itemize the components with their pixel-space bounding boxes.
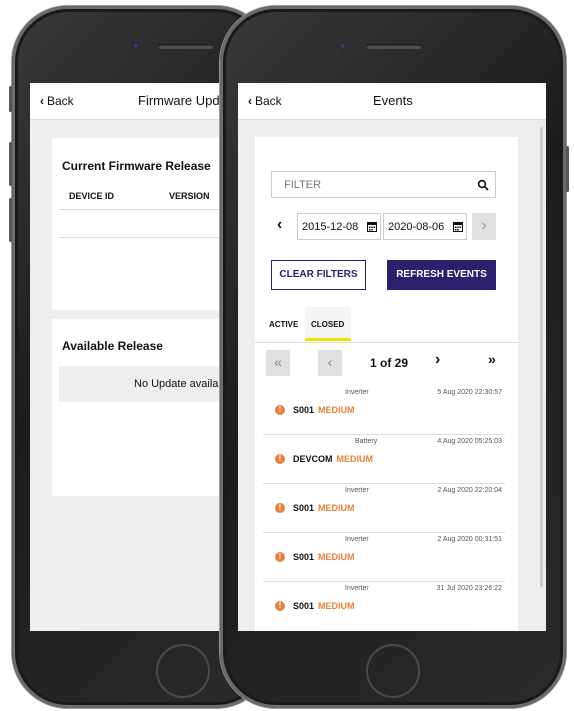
event-id: S001	[293, 552, 315, 562]
list-item[interactable]: Inverter 5 Aug 2020 22:30:57 ! S001 MEDIU…	[263, 385, 505, 435]
event-type: Inverter	[345, 585, 369, 592]
filter-field[interactable]	[271, 171, 496, 198]
scrollbar[interactable]	[540, 127, 543, 587]
column-device-id: DEVICE ID	[69, 191, 115, 201]
tab-closed-label: CLOSED	[311, 320, 345, 329]
list-item[interactable]: Inverter 31 Jul 2020 23:26:22 ! S001 MEDI…	[263, 581, 505, 630]
event-severity: MEDIUM	[318, 601, 355, 611]
alert-icon: !	[275, 454, 285, 464]
first-page-button[interactable]: «	[266, 350, 290, 376]
date-prev-button[interactable]: ‹	[277, 216, 282, 234]
chevron-left-icon: ‹	[40, 94, 44, 108]
event-severity: MEDIUM	[336, 454, 374, 464]
event-time: 31 Jul 2020 23:26:22	[436, 585, 502, 592]
refresh-events-button[interactable]: REFRESH EVENTS	[387, 260, 496, 290]
back-button[interactable]: ‹ Back	[248, 94, 282, 108]
alert-icon: !	[275, 405, 285, 415]
back-label: Back	[47, 94, 74, 108]
event-device-id: S001 MEDIUM	[293, 405, 355, 415]
current-release-heading: Current Firmware Release	[62, 159, 211, 173]
last-page-button[interactable]: »	[488, 351, 496, 367]
event-time: 4 Aug 2020 05:25:03	[437, 438, 502, 445]
event-id: S001	[293, 405, 315, 415]
event-device-id: DEVCOM MEDIUM	[293, 454, 373, 464]
event-type: Inverter	[345, 487, 369, 494]
camera	[339, 42, 346, 49]
event-id: S001	[293, 503, 315, 513]
back-label: Back	[255, 94, 282, 108]
navbar: ‹ Back Events	[238, 83, 546, 120]
tab-closed[interactable]: CLOSED	[305, 307, 351, 341]
page-title: Firmware Upda	[138, 93, 227, 108]
column-version: VERSION	[169, 191, 210, 201]
calendar-icon[interactable]	[367, 221, 377, 235]
clear-filters-button[interactable]: CLEAR FILTERS	[271, 260, 366, 290]
list-item[interactable]: Battery 4 Aug 2020 05:25:03 ! DEVCOM MEDI…	[263, 434, 505, 484]
event-device-id: S001 MEDIUM	[293, 503, 355, 513]
list-item[interactable]: Inverter 2 Aug 2020 22:20:04 ! S001 MEDIU…	[263, 483, 505, 533]
camera	[132, 42, 139, 49]
alert-icon: !	[275, 552, 285, 562]
event-device-id: S001 MEDIUM	[293, 552, 355, 562]
filter-input[interactable]	[282, 178, 456, 192]
event-time: 5 Aug 2020 22:30:57	[437, 389, 502, 396]
next-page-button[interactable]: ›	[435, 351, 440, 369]
list-item[interactable]: Inverter 2 Aug 2020 00:31:51 ! S001 MEDIU…	[263, 532, 505, 582]
event-type: Battery	[355, 438, 378, 445]
event-id: S001	[293, 601, 315, 611]
event-time: 2 Aug 2020 00:31:51	[437, 536, 502, 543]
page-title: Events	[373, 93, 413, 108]
event-severity: MEDIUM	[318, 405, 355, 415]
tab-active[interactable]: ACTIVE	[269, 320, 298, 329]
home-button[interactable]	[156, 644, 210, 698]
divider	[255, 342, 518, 343]
date-to-field[interactable]: 2020-08-06	[383, 213, 467, 240]
date-to-value: 2020-08-06	[388, 221, 445, 233]
speaker	[158, 44, 214, 49]
speaker	[366, 44, 422, 49]
calendar-icon[interactable]	[453, 221, 463, 235]
event-severity: MEDIUM	[318, 503, 355, 513]
event-severity: MEDIUM	[318, 552, 355, 562]
alert-icon: !	[275, 601, 285, 611]
back-button[interactable]: ‹ Back	[40, 94, 74, 108]
event-id: DEVCOM	[293, 454, 333, 464]
phone-right: ‹Back Events ‹ 2015-12-08 2020-08-06	[220, 6, 569, 708]
event-time: 2 Aug 2020 22:20:04	[437, 487, 502, 494]
date-from-value: 2015-12-08	[302, 221, 359, 233]
screen-events: ‹Back Events ‹ 2015-12-08 2020-08-06	[238, 83, 546, 631]
event-device-id: S001 MEDIUM	[293, 601, 355, 611]
available-release-heading: Available Release	[62, 339, 163, 353]
prev-page-button[interactable]: ‹	[318, 350, 342, 376]
event-type: Inverter	[345, 536, 369, 543]
search-icon[interactable]	[477, 178, 489, 196]
date-from-field[interactable]: 2015-12-08	[297, 213, 381, 240]
home-button[interactable]	[366, 644, 420, 698]
chevron-left-icon: ‹	[248, 94, 252, 108]
date-next-button[interactable]: ›	[472, 213, 496, 240]
alert-icon: !	[275, 503, 285, 513]
event-type: Inverter	[345, 389, 369, 396]
no-update-text: No Update availa	[134, 378, 219, 390]
events-panel: ‹ 2015-12-08 2020-08-06 › CLEAR FILTERS …	[255, 137, 518, 631]
page-info: 1 of 29	[370, 356, 409, 370]
